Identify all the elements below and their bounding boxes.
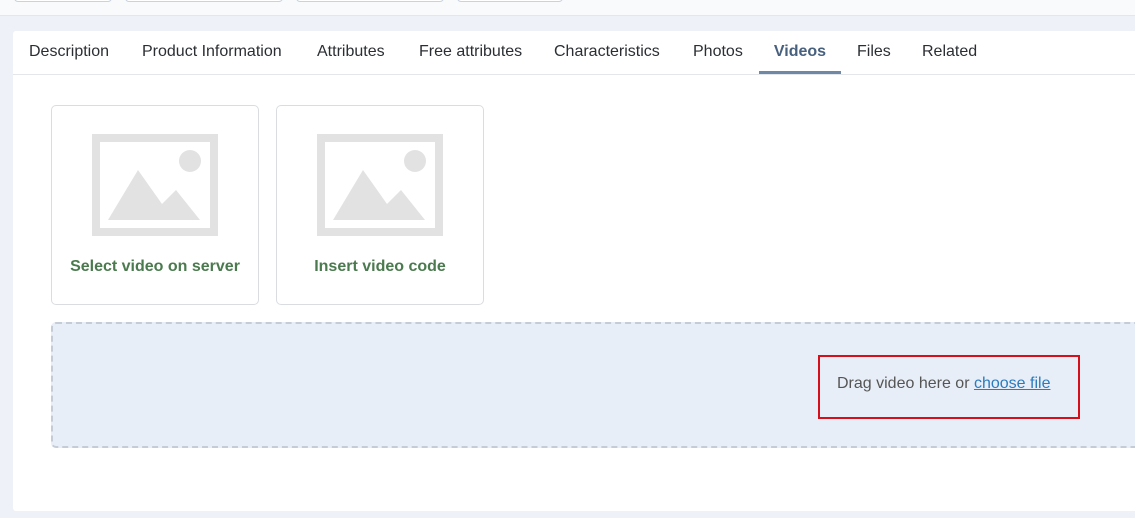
tab-characteristics[interactable]: Characteristics	[554, 31, 660, 74]
choose-file-link[interactable]: choose file	[974, 375, 1051, 392]
toolbar-button[interactable]	[457, 0, 563, 2]
tab-videos[interactable]: Videos	[759, 31, 841, 74]
tab-bar: Description Product Information Attribut…	[13, 31, 1135, 75]
toolbar-button[interactable]	[125, 0, 283, 2]
tab-related[interactable]: Related	[922, 31, 977, 74]
tab-description[interactable]: Description	[29, 31, 109, 74]
card-label: Insert video code	[314, 258, 446, 275]
tab-photos[interactable]: Photos	[693, 31, 743, 74]
image-placeholder-icon	[317, 134, 443, 236]
dropzone-text: Drag video here or	[837, 375, 970, 392]
select-video-on-server-button[interactable]: Select video on server	[51, 105, 259, 305]
tab-product-information[interactable]: Product Information	[142, 31, 282, 74]
toolbar-button[interactable]	[14, 0, 112, 2]
top-toolbar	[0, 0, 1135, 16]
card-label: Select video on server	[70, 258, 240, 275]
dropzone-instructions: Drag video here or choose file	[837, 375, 1050, 393]
product-edit-panel: Description Product Information Attribut…	[13, 31, 1135, 511]
insert-video-code-button[interactable]: Insert video code	[276, 105, 484, 305]
tab-free-attributes[interactable]: Free attributes	[419, 31, 522, 74]
toolbar-button[interactable]	[296, 0, 444, 2]
video-dropzone[interactable]: Drag video here or choose file	[51, 322, 1135, 448]
image-placeholder-icon	[92, 134, 218, 236]
tab-files[interactable]: Files	[857, 31, 891, 74]
tab-attributes[interactable]: Attributes	[317, 31, 385, 74]
